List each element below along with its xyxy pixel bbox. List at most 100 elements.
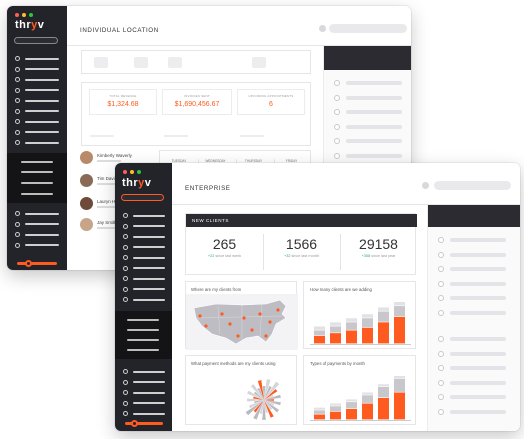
bar-segment[interactable] bbox=[314, 326, 325, 330]
thryv-logo[interactable]: thryv bbox=[122, 177, 151, 189]
filter-chip[interactable] bbox=[168, 57, 182, 68]
panel-list-item[interactable] bbox=[334, 94, 402, 101]
bar-segment[interactable] bbox=[346, 399, 357, 402]
panel-list-item[interactable] bbox=[334, 138, 402, 144]
topbar-search-input[interactable] bbox=[329, 24, 407, 33]
sidebar-nav-item[interactable] bbox=[123, 411, 165, 416]
bar-segment[interactable] bbox=[378, 322, 389, 344]
panel-list-item[interactable] bbox=[438, 295, 506, 301]
panel-list-item[interactable] bbox=[438, 394, 506, 400]
panel-list-item[interactable] bbox=[438, 309, 506, 316]
sidebar-nav-item[interactable] bbox=[15, 66, 59, 72]
bar-segment[interactable] bbox=[394, 378, 405, 392]
bar-segment[interactable] bbox=[314, 410, 325, 414]
bar-segment[interactable] bbox=[394, 376, 405, 379]
bar-segment[interactable] bbox=[378, 398, 389, 420]
bar-segment[interactable] bbox=[314, 330, 325, 336]
sidebar-search-input[interactable] bbox=[14, 37, 58, 44]
sidebar-nav-item[interactable] bbox=[123, 400, 165, 406]
sidebar-nav-item[interactable] bbox=[15, 232, 59, 237]
bar-segment[interactable] bbox=[330, 403, 341, 406]
bar-segment[interactable] bbox=[362, 318, 373, 328]
sidebar-nav-item[interactable] bbox=[123, 234, 165, 239]
bar-segment[interactable] bbox=[346, 402, 357, 409]
sidebar-nav-item[interactable] bbox=[123, 213, 165, 218]
sidebar-nav-item[interactable] bbox=[123, 286, 165, 292]
sidebar-nav-item[interactable] bbox=[123, 223, 165, 229]
sidebar-nav-item[interactable] bbox=[15, 119, 59, 124]
bar-segment[interactable] bbox=[362, 327, 373, 344]
topbar-search-input[interactable] bbox=[434, 181, 511, 190]
panel-list-item[interactable] bbox=[438, 350, 506, 357]
sidebar-nav-item[interactable] bbox=[123, 244, 165, 250]
sidebar-slider-handle[interactable] bbox=[25, 260, 32, 267]
sidebar-nav-item[interactable] bbox=[123, 390, 165, 395]
minimize-dot-icon[interactable] bbox=[130, 170, 134, 174]
panel-list-item[interactable] bbox=[438, 365, 506, 371]
us-map-icon[interactable] bbox=[186, 294, 298, 350]
bar-segment[interactable] bbox=[330, 322, 341, 326]
bar-segment[interactable] bbox=[314, 414, 325, 420]
notification-icon[interactable] bbox=[422, 182, 429, 189]
bar-segment[interactable] bbox=[314, 407, 325, 410]
sidebar-nav-item[interactable] bbox=[123, 369, 165, 374]
sidebar-nav-item[interactable] bbox=[15, 87, 59, 93]
bar-segment[interactable] bbox=[378, 311, 389, 322]
bar-segment[interactable] bbox=[346, 318, 357, 322]
panel-list-item[interactable] bbox=[334, 123, 402, 130]
filter-chip[interactable] bbox=[94, 57, 108, 68]
panel-list-item[interactable] bbox=[438, 408, 506, 415]
sidebar-search-input[interactable] bbox=[121, 194, 164, 201]
bar-segment[interactable] bbox=[330, 326, 341, 333]
bar-segment[interactable] bbox=[362, 403, 373, 420]
minimize-dot-icon[interactable] bbox=[22, 13, 26, 17]
bar-segment[interactable] bbox=[346, 409, 357, 420]
bar-segment[interactable] bbox=[394, 392, 405, 420]
sidebar-nav-item[interactable] bbox=[123, 276, 165, 281]
sidebar-nav-item[interactable] bbox=[123, 297, 165, 302]
bar-segment[interactable] bbox=[378, 387, 389, 398]
thryv-logo[interactable]: thryv bbox=[15, 19, 44, 31]
sidebar-nav-item[interactable] bbox=[15, 98, 59, 103]
bar-segment[interactable] bbox=[362, 395, 373, 403]
sidebar-nav-item[interactable] bbox=[123, 379, 165, 385]
sidebar-nav-item[interactable] bbox=[15, 211, 59, 216]
sidebar-nav-item[interactable] bbox=[15, 129, 59, 135]
sidebar-nav-item[interactable] bbox=[15, 56, 59, 61]
bar-segment[interactable] bbox=[362, 314, 373, 318]
panel-list-item[interactable] bbox=[334, 80, 402, 86]
panel-list-item[interactable] bbox=[438, 379, 506, 386]
sidebar-nav-item[interactable] bbox=[15, 77, 59, 82]
window-controls[interactable] bbox=[123, 170, 141, 174]
filter-chip[interactable] bbox=[252, 57, 266, 68]
bar-segment[interactable] bbox=[330, 411, 341, 420]
bar-segment[interactable] bbox=[362, 392, 373, 395]
bar-segment[interactable] bbox=[394, 316, 405, 344]
filter-chip[interactable] bbox=[134, 57, 148, 68]
close-dot-icon[interactable] bbox=[123, 170, 127, 174]
bar-segment[interactable] bbox=[378, 307, 389, 311]
sidebar-slider-handle[interactable] bbox=[131, 420, 138, 427]
panel-list-item[interactable] bbox=[438, 237, 506, 243]
panel-list-item[interactable] bbox=[438, 266, 506, 272]
panel-list-item[interactable] bbox=[438, 280, 506, 287]
sidebar-nav-item[interactable] bbox=[15, 108, 59, 114]
sidebar-nav-item[interactable] bbox=[15, 242, 59, 248]
panel-list-item[interactable] bbox=[334, 152, 402, 159]
bar-segment[interactable] bbox=[314, 335, 325, 344]
notification-icon[interactable] bbox=[319, 25, 326, 32]
bar-segment[interactable] bbox=[394, 302, 405, 306]
bar-segment[interactable] bbox=[346, 322, 357, 330]
sidebar-nav-item[interactable] bbox=[123, 255, 165, 260]
close-dot-icon[interactable] bbox=[15, 13, 19, 17]
panel-list-item[interactable] bbox=[334, 109, 402, 115]
panel-list-item[interactable] bbox=[438, 251, 506, 258]
bar-segment[interactable] bbox=[346, 330, 357, 344]
maximize-dot-icon[interactable] bbox=[29, 13, 33, 17]
sidebar-nav-item[interactable] bbox=[123, 265, 165, 271]
panel-list-item[interactable] bbox=[438, 336, 506, 342]
bar-segment[interactable] bbox=[378, 384, 389, 387]
bar-segment[interactable] bbox=[330, 406, 341, 412]
sidebar-nav-item[interactable] bbox=[15, 140, 59, 145]
sidebar-nav-item[interactable] bbox=[15, 221, 59, 227]
